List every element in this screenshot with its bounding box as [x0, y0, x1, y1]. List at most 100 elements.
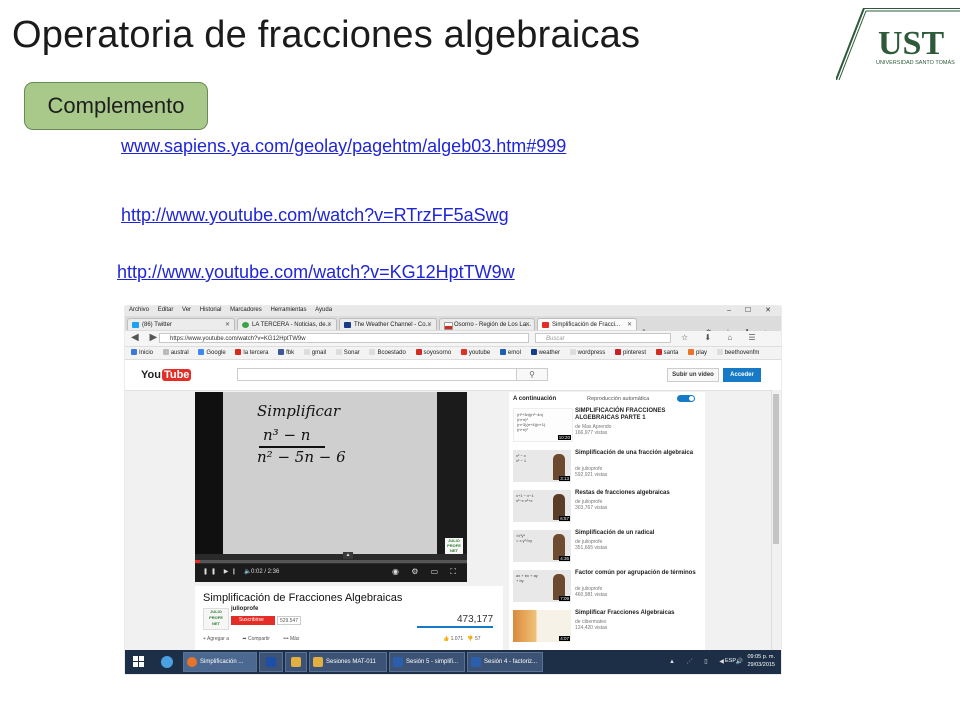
video-thumbnail[interactable]: (n²+3n)(n²−4n) (n+n)² (n+3)(n+4)(n+1) (n+n)…: [513, 408, 573, 442]
bookmark-fbk[interactable]: fbk: [278, 349, 294, 356]
recommendation-item[interactable]: √x³y⁵ = x y²√xy 4:36 Simplificación de un…: [513, 530, 699, 564]
tab-twitter[interactable]: (86) Twitter ✕: [127, 318, 235, 330]
video-thumbnail[interactable]: x² − x x² − 1 3:13: [513, 450, 571, 482]
video-thumbnail[interactable]: ax + bx + ay + by 7:09: [513, 570, 571, 602]
player-settings-icons[interactable]: ◉ ⚙ ▭ ⛶: [392, 567, 461, 577]
tab-weather[interactable]: The Weather Channel - Co... ✕: [339, 318, 437, 330]
video-title: Simplificación de Fracciones Algebraicas: [203, 592, 403, 604]
menu-archivo[interactable]: Archivo: [129, 307, 149, 313]
bookmark-sonar[interactable]: Sonar: [335, 349, 360, 356]
system-tray-icons[interactable]: ▲ ⋰ ▯ ◀ 🔊: [669, 658, 748, 665]
tab-label: (86) Twitter: [142, 322, 172, 328]
tab-la-tercera[interactable]: LA TERCERA - Noticias, de... ✕: [237, 318, 337, 330]
bookmark-santa[interactable]: santa: [655, 349, 678, 356]
back-forward-icons[interactable]: ◀ ▶: [131, 332, 161, 343]
internet-explorer-icon[interactable]: [161, 656, 173, 668]
taskbar-app-2[interactable]: [259, 652, 283, 672]
word-document-icon: [471, 657, 481, 667]
search-box[interactable]: Buscar: [535, 333, 671, 343]
app-icon: [266, 657, 276, 667]
nav-icons[interactable]: ☆ ⬇ ⌂ ☰: [681, 333, 763, 342]
bookmark-bcoestado[interactable]: Bcoestado: [369, 349, 406, 356]
taskbar-clock[interactable]: 09:05 p. m. 29/03/2015: [747, 653, 775, 669]
subscribe-button[interactable]: Suscribirse: [231, 616, 275, 625]
search-icon[interactable]: ⚲: [516, 368, 548, 381]
recommendation-item[interactable]: x² − x x² − 1 3:13 Simplificación de una …: [513, 450, 699, 484]
bookmark-inicio[interactable]: Inicio: [131, 349, 153, 356]
recommendation-item[interactable]: 4:07 Simplificar Fracciones Algebraicas …: [513, 610, 699, 644]
recommendation-title[interactable]: Restas de fracciones algebraicas: [575, 490, 699, 497]
recommendation-views: 124,420 vistas: [575, 625, 608, 631]
link-sapiens[interactable]: www.sapiens.ya.com/geolay/pagehtm/algeb0…: [121, 136, 566, 157]
bookmark-beethovenfm[interactable]: beethovenfm: [716, 349, 759, 356]
bookmark-wordpress[interactable]: wordpress: [569, 349, 605, 356]
window-controls[interactable]: – ☐ ✕: [727, 306, 777, 314]
close-icon[interactable]: ✕: [627, 319, 632, 330]
recommendation-views: 351,665 vistas: [575, 545, 608, 551]
expand-icon[interactable]: ▲: [343, 552, 353, 559]
video-thumbnail[interactable]: √x³y⁵ = x y²√xy 4:36: [513, 530, 571, 562]
taskbar-firefox[interactable]: Simplificación ...: [183, 652, 257, 672]
play-controls-icons[interactable]: ❚❚ ▶❙ 🔈: [203, 568, 255, 575]
youtube-logo[interactable]: You Tube: [141, 369, 192, 381]
link-youtube-2[interactable]: http://www.youtube.com/watch?v=KG12HptTW…: [117, 262, 515, 283]
menu-historial[interactable]: Historial: [200, 307, 222, 313]
menu-marcadores[interactable]: Marcadores: [230, 307, 262, 313]
video-player[interactable]: Simplificar n³ − n n² − 5n − 6 JULIO PROF…: [195, 392, 467, 582]
channel-avatar[interactable]: JULIO PROFE NET: [203, 608, 229, 630]
channel-name[interactable]: julioprofe: [231, 606, 258, 612]
close-icon[interactable]: ✕: [225, 319, 230, 330]
bookmark-google[interactable]: Google: [198, 349, 226, 356]
bookmark-austral[interactable]: austral: [162, 349, 189, 356]
taskbar-sesion-5[interactable]: Sesión 5 - simplifi...: [389, 652, 465, 672]
bookmark-la-tercera[interactable]: la tercera: [235, 349, 268, 356]
close-icon[interactable]: ✕: [327, 319, 332, 330]
bookmark-gmail[interactable]: gmail: [303, 349, 326, 356]
like-dislike[interactable]: 👍 1.071 👎 57: [443, 636, 481, 642]
language-indicator[interactable]: ESP: [725, 658, 736, 664]
tab-osorno[interactable]: Osorno - Región de Los La... ✕: [439, 318, 535, 330]
windows-start-icon[interactable]: [133, 656, 145, 668]
recommendation-title[interactable]: Simplificación de una fracción algebraic…: [575, 450, 699, 457]
bookmark-youtube[interactable]: youtube: [460, 349, 490, 356]
bookmark-weather[interactable]: weather: [530, 349, 560, 356]
more-button[interactable]: ••• Más: [283, 636, 299, 642]
menu-ayuda[interactable]: Ayuda: [315, 307, 332, 313]
link-youtube-1[interactable]: http://www.youtube.com/watch?v=RTrzFF5aS…: [121, 205, 509, 226]
menu-ver[interactable]: Ver: [182, 307, 191, 313]
weather-icon: [344, 322, 351, 328]
bookmark-emol[interactable]: emol: [499, 349, 521, 356]
taskbar-sesion-4[interactable]: Sesión 4 - factoriz...: [467, 652, 543, 672]
recommendation-item[interactable]: ax + bx + ay + by 7:09 Factor común por a…: [513, 570, 699, 604]
recommendation-item[interactable]: x+1 − x−1 x²−x x²+x 6:57 Restas de fracci…: [513, 490, 699, 524]
login-button[interactable]: Acceder: [723, 368, 761, 382]
taskbar-explorer[interactable]: [285, 652, 307, 672]
recommendation-title[interactable]: SIMPLIFICACIÓN FRACCIONES ALGEBRAICAS PA…: [575, 408, 699, 422]
menu-editar[interactable]: Editar: [158, 307, 174, 313]
page-scrollbar[interactable]: [771, 390, 780, 650]
menu-herramientas[interactable]: Herramientas: [270, 307, 306, 313]
autoplay-toggle[interactable]: [677, 395, 695, 402]
url-bar[interactable]: https://www.youtube.com/watch?v=KG12HptT…: [159, 333, 529, 343]
video-thumbnail[interactable]: 4:07: [513, 610, 571, 642]
taskbar-sesiones-folder[interactable]: Sesiones MAT-011: [309, 652, 387, 672]
tab-label: Simplificación de Fracci...: [552, 322, 621, 328]
close-icon[interactable]: ✕: [427, 319, 432, 330]
tab-youtube-active[interactable]: Simplificación de Fracci... ✕: [537, 318, 637, 330]
youtube-search-input[interactable]: [237, 368, 533, 381]
progress-bar[interactable]: [195, 560, 467, 563]
bookmark-play[interactable]: play: [688, 349, 707, 356]
bookmark-pinterest[interactable]: pinterest: [614, 349, 646, 356]
bookmark-soyosorno[interactable]: soyosorno: [415, 349, 451, 356]
recommendation-title[interactable]: Simplificar Fracciones Algebraicas: [575, 610, 699, 617]
recommendation-title[interactable]: Factor común por agrupación de términos: [575, 570, 699, 577]
nav-bar: ◀ ▶ https://www.youtube.com/watch?v=KG12…: [125, 331, 781, 347]
up-next-label: A continuación: [513, 396, 557, 402]
video-thumbnail[interactable]: x+1 − x−1 x²−x x²+x 6:57: [513, 490, 571, 522]
recommendation-item[interactable]: (n²+3n)(n²−4n) (n+n)² (n+3)(n+4)(n+1) (n+n)…: [513, 408, 699, 442]
close-icon[interactable]: ✕: [525, 319, 530, 330]
upload-button[interactable]: Subir un vídeo: [667, 368, 719, 382]
share-button[interactable]: ➦ Compartir: [242, 636, 270, 642]
recommendation-title[interactable]: Simplificación de un radical: [575, 530, 699, 537]
add-to-button[interactable]: + Agregar a: [203, 636, 229, 642]
